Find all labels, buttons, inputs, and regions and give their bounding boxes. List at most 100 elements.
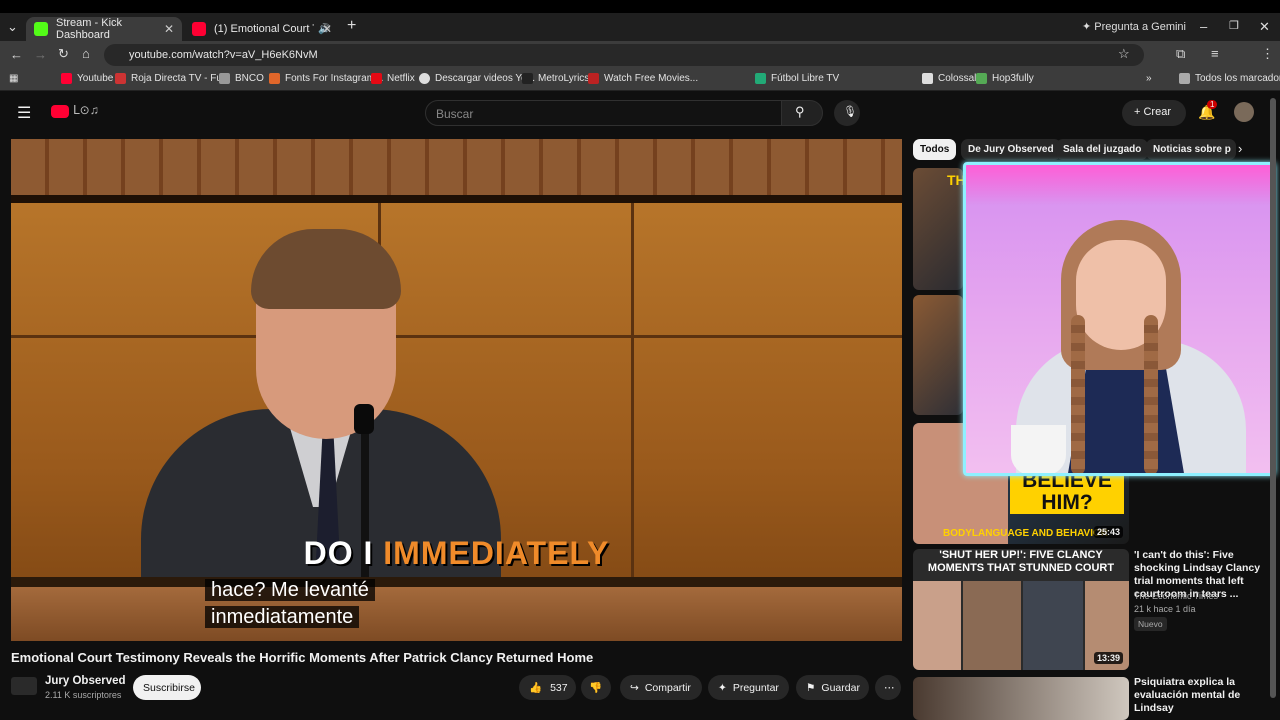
share-icon: ↪ — [630, 681, 639, 694]
doodle-icon: ᒪ⊙♫ — [73, 103, 99, 117]
gemini-button[interactable]: ✦ Pregunta a Gemini — [1082, 20, 1186, 33]
subtitle-line: inmediatamente — [205, 606, 360, 628]
bookmark-star-icon[interactable]: ☆ — [1118, 46, 1130, 62]
chevron-right-icon[interactable]: › — [1238, 141, 1242, 156]
avatar[interactable] — [1234, 102, 1254, 122]
home-icon[interactable]: ⌂ — [82, 46, 90, 61]
tab-search-icon[interactable]: ⌄ — [7, 19, 18, 35]
reload-icon[interactable]: ↻ — [58, 46, 69, 62]
bookmark-icon: ⚑ — [806, 681, 816, 694]
sparkle-icon: ✦ — [718, 681, 727, 694]
microphone — [354, 404, 374, 434]
apps-icon[interactable]: ▦ — [9, 73, 18, 84]
thumbnail-text: TH — [947, 172, 963, 188]
thumbnail-face — [963, 581, 1021, 670]
search-input[interactable]: Buscar — [425, 100, 782, 126]
close-icon[interactable]: ✕ — [164, 22, 174, 36]
thumbs-down-icon: 👎 — [589, 682, 603, 694]
video-player[interactable]: DO I IMMEDIATELY hace? Me levanté inmedi… — [11, 139, 902, 641]
forward-icon[interactable]: → — [34, 47, 47, 62]
youtube-header: ☰ ᒪ⊙♫ Buscar ⚲ 🎙 + Crear 🔔 1 — [0, 92, 1280, 132]
wall-line — [11, 335, 902, 338]
minimize-button[interactable]: – — [1200, 19, 1207, 34]
all-bookmarks[interactable]: Todos los marcadores — [1179, 73, 1280, 84]
thumbnail-face — [1023, 581, 1083, 670]
chip-jury-observed[interactable]: De Jury Observed — [961, 139, 1061, 160]
tab-title: Stream - Kick Dashboard — [56, 17, 123, 41]
wall-panel-top — [11, 139, 902, 199]
chip-sala-juzgado[interactable]: Sala del juzgado — [1056, 139, 1149, 160]
led-light — [966, 165, 1273, 205]
browser-tab-bar: ⌄ Stream - Kick Dashboard ✕ (1) Emotiona… — [0, 0, 1280, 41]
bookmark-descargar[interactable]: Descargar videos Yo... — [419, 73, 535, 84]
video-title: Emotional Court Testimony Reveals the Ho… — [11, 650, 594, 665]
bookmark-roja[interactable]: Roja Directa TV - Fu... — [115, 73, 230, 84]
search-button[interactable]: ⚲ — [781, 100, 823, 126]
bookmarks-bar: ▦ Youtube Roja Directa TV - Fu... BNCO F… — [0, 69, 1280, 91]
wall-band — [11, 195, 902, 203]
new-tab-button[interactable]: + — [347, 17, 356, 35]
share-button[interactable]: ↪ Compartir — [620, 675, 702, 700]
thumbs-up-icon: 👍 — [529, 682, 543, 694]
bookmark-futbol[interactable]: Fútbol Libre TV — [755, 73, 839, 84]
close-icon[interactable]: ✕ — [322, 22, 332, 36]
bench-edge — [11, 577, 902, 587]
create-button[interactable]: + Crear — [1122, 100, 1186, 126]
subscriber-count: 2.11 K suscriptores — [45, 690, 122, 700]
bookmark-bnco[interactable]: BNCO — [219, 73, 264, 84]
thumbnail-text: 'SHUT HER UP!': FIVE CLANCY MOMENTS THAT… — [927, 549, 1115, 574]
restore-button[interactable]: ❐ — [1229, 19, 1239, 32]
related-thumbnail[interactable] — [913, 295, 963, 415]
related-video-title[interactable]: Psiquiatra explica la evaluación mental … — [1134, 676, 1264, 715]
bookmark-metrolyrics[interactable]: MetroLyrics — [522, 73, 589, 84]
bookmark-hop3fully[interactable]: Hop3fully — [976, 73, 1034, 84]
tab-youtube-video[interactable]: (1) Emotional Court Testimo 🔊 ✕ — [184, 17, 340, 41]
ask-button[interactable]: ✦ Preguntar — [708, 675, 789, 700]
channel-name[interactable]: Jury Observed — [45, 675, 126, 687]
related-thumbnail[interactable] — [913, 677, 1129, 720]
youtube-logo[interactable] — [51, 105, 69, 118]
save-button[interactable]: ⚑ Guardar — [796, 675, 869, 700]
address-bar-row: ← → ↻ ⌂ youtube.com/watch?v=aV_H6eK6NvM … — [0, 41, 1280, 69]
related-thumbnail[interactable]: TH — [913, 168, 963, 290]
thumbnail-text: BELIEVE HIM? — [1010, 470, 1124, 514]
subscribe-button[interactable]: Suscribirse — [133, 675, 201, 700]
thumbnail-face — [913, 581, 961, 670]
tab-kick-dashboard[interactable]: Stream - Kick Dashboard ✕ — [26, 17, 182, 41]
more-actions-button[interactable]: ⋯ — [875, 675, 901, 700]
like-button[interactable]: 👍 537 — [519, 675, 576, 700]
more-bookmarks-icon[interactable]: » — [1146, 73, 1152, 84]
subtitle-track: hace? Me levanté inmediatamente — [205, 577, 375, 631]
url-field[interactable]: youtube.com/watch?v=aV_H6eK6NvM — [104, 44, 1144, 66]
subtitle-line: hace? Me levanté — [205, 579, 375, 601]
page-scrollbar[interactable] — [1270, 98, 1276, 698]
channel-avatar[interactable] — [11, 677, 37, 695]
bookmark-youtube[interactable]: Youtube — [61, 73, 113, 84]
related-channel[interactable]: The Economic Times — [1134, 591, 1218, 601]
bookmark-movies[interactable]: Watch Free Movies... — [588, 73, 698, 84]
search-icon: ⚲ — [795, 104, 805, 119]
cup — [1011, 425, 1066, 473]
related-views: 21 k hace 1 día — [1134, 604, 1196, 614]
duration-badge: 25:43 — [1093, 526, 1123, 538]
bookmark-fonts[interactable]: Fonts For Instagram... — [269, 73, 383, 84]
mic-icon: 🎙 — [843, 106, 857, 118]
chip-todos[interactable]: Todos — [913, 139, 957, 160]
streamer-braid — [1071, 315, 1085, 473]
url-text: youtube.com/watch?v=aV_H6eK6NvM — [129, 49, 318, 61]
burned-in-caption: DO I IMMEDIATELY — [303, 535, 610, 571]
menu-icon[interactable]: ⋮ — [1261, 46, 1274, 62]
bookmark-netflix[interactable]: Netflix — [371, 73, 415, 84]
chip-noticias[interactable]: Noticias sobre p — [1146, 139, 1236, 160]
dislike-button[interactable]: 👎 — [581, 675, 611, 700]
media-icon[interactable]: ≡ — [1211, 46, 1219, 61]
close-window-button[interactable]: ✕ — [1259, 19, 1270, 35]
new-badge: Nuevo — [1134, 617, 1167, 631]
bookmark-colossal[interactable]: Colossal — [922, 73, 976, 84]
streamer-braid — [1144, 315, 1158, 473]
back-icon[interactable]: ← — [10, 47, 23, 62]
voice-search-button[interactable]: 🎙 — [834, 100, 860, 126]
related-thumbnail[interactable]: 'SHUT HER UP!': FIVE CLANCY MOMENTS THAT… — [913, 549, 1129, 670]
hamburger-menu-icon[interactable]: ☰ — [17, 103, 31, 123]
extensions-icon[interactable]: ⧉ — [1176, 46, 1185, 62]
